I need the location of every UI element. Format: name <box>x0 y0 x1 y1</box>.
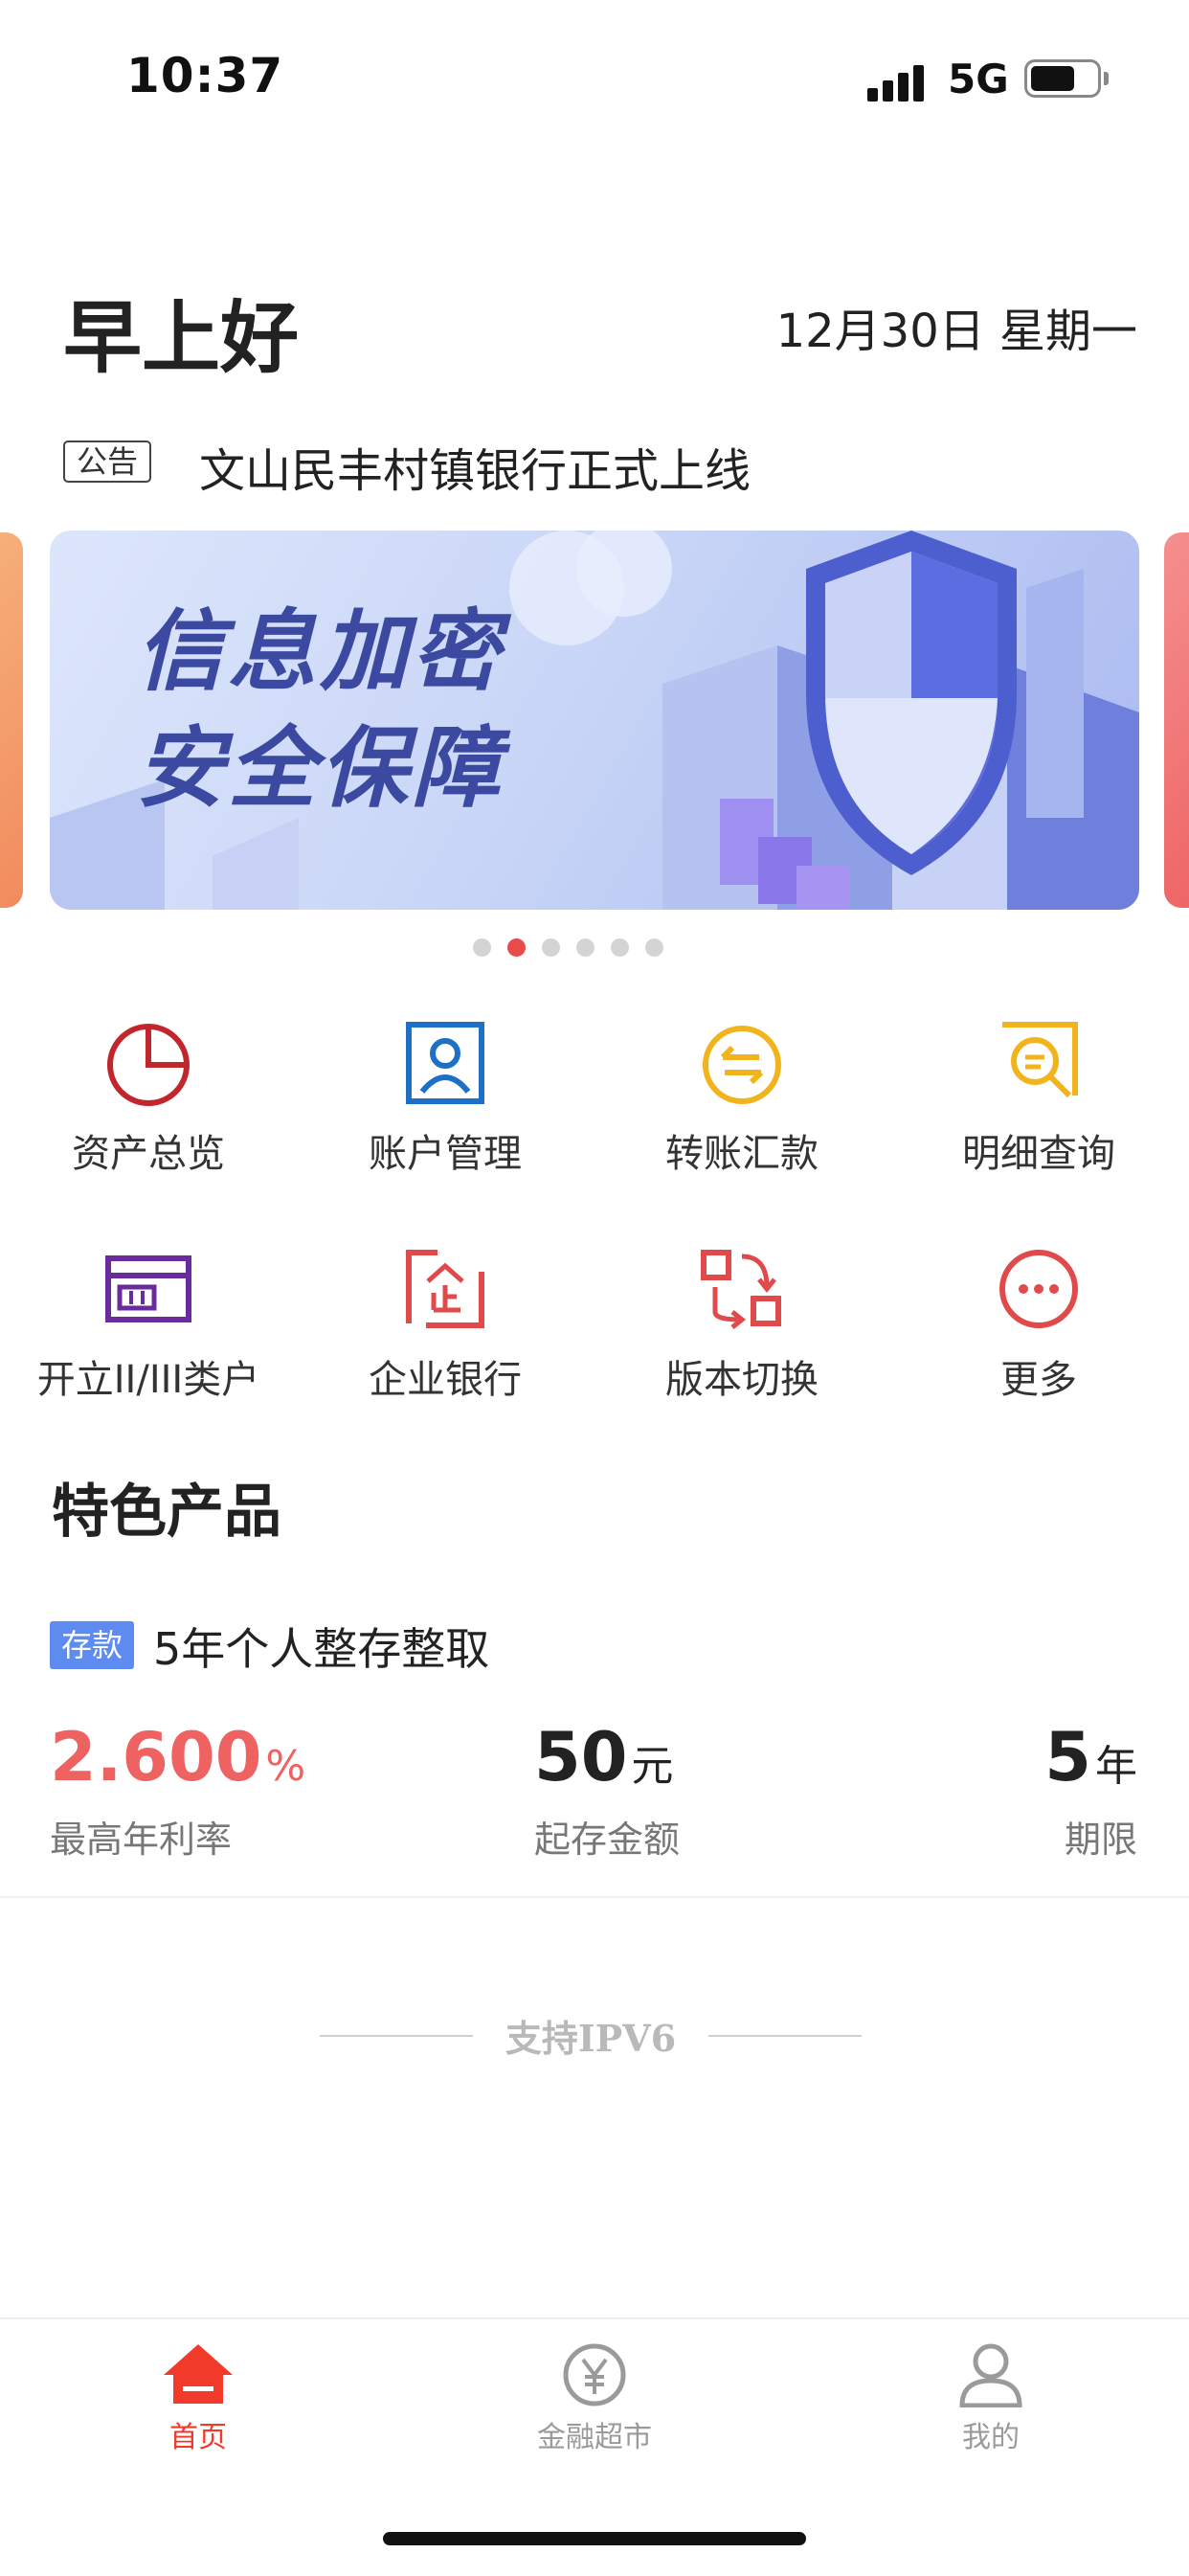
pie-chart-icon <box>107 1024 190 1106</box>
section-title: 特色产品 <box>52 1479 281 1546</box>
transfer-icon <box>703 1026 781 1104</box>
greeting: 早上好 <box>63 293 300 384</box>
term-label: 期限 <box>1064 1819 1137 1861</box>
menu-account-management[interactable]: 账户管理 <box>297 1017 594 1178</box>
tab-label: 我的 <box>962 2421 1020 2454</box>
menu-label: 账户管理 <box>369 1132 522 1176</box>
carousel-dots <box>473 938 663 957</box>
rate-value: 2.600% <box>50 1724 305 1791</box>
menu-label: 明细查询 <box>962 1132 1115 1176</box>
term-unit: 年 <box>1095 1742 1137 1791</box>
menu-transfer[interactable]: 转账汇款 <box>594 1017 890 1178</box>
tab-mine[interactable]: 我的 <box>895 2340 1087 2455</box>
network-type: 5G <box>948 56 1009 102</box>
tab-label: 首页 <box>169 2421 227 2454</box>
product-name[interactable]: 5年个人整存整取 <box>153 1615 489 1678</box>
card-icon <box>105 1255 191 1322</box>
tab-home[interactable]: 首页 <box>102 2340 294 2455</box>
divider <box>0 1896 1189 1898</box>
menu-label: 转账汇款 <box>665 1132 819 1176</box>
carousel-dot[interactable] <box>645 938 663 957</box>
banner-next-slide[interactable] <box>1164 532 1189 908</box>
rate-unit: % <box>265 1742 306 1791</box>
ipv6-text: 支持IPV6 <box>505 2017 677 2060</box>
carousel-dot[interactable] <box>576 938 594 957</box>
menu-label: 企业银行 <box>369 1358 522 1402</box>
divider-line <box>708 2034 862 2037</box>
signal-icon <box>867 59 931 102</box>
enterprise-icon <box>406 1250 484 1328</box>
divider-line <box>320 2034 473 2037</box>
menu-asset-overview[interactable]: 资产总览 <box>0 1017 297 1178</box>
more-icon <box>999 1250 1078 1328</box>
tab-label: 金融超市 <box>537 2421 652 2454</box>
banner-slide[interactable]: 信息加密 安全保障 <box>50 531 1139 910</box>
menu-enterprise-bank[interactable]: 企业银行 <box>297 1243 594 1404</box>
banner-title: 信息加密 安全保障 <box>136 600 505 820</box>
term-value: 5年 <box>1044 1724 1137 1791</box>
product-tag: 存款 <box>50 1621 135 1669</box>
carousel-dot[interactable] <box>611 938 629 957</box>
menu-detail-query[interactable]: 明细查询 <box>890 1017 1187 1178</box>
menu-more[interactable]: 更多 <box>890 1243 1187 1404</box>
rate-label: 最高年利率 <box>50 1819 233 1861</box>
min-unit: 元 <box>631 1742 674 1791</box>
menu-label: 版本切换 <box>665 1358 819 1402</box>
menu-label: 开立II/III类户 <box>36 1358 260 1402</box>
home-icon <box>164 2344 233 2404</box>
date-label: 12月30日 星期一 <box>775 305 1137 358</box>
menu-open-account[interactable]: 开立II/III类户 <box>0 1243 297 1404</box>
carousel-dot[interactable] <box>473 938 491 957</box>
account-user-icon <box>406 1022 484 1104</box>
carousel-dot[interactable] <box>507 938 526 957</box>
rate-number: 2.600 <box>50 1718 262 1796</box>
tab-finance-market[interactable]: 金融超市 <box>499 2340 690 2455</box>
carousel-dot[interactable] <box>542 938 560 957</box>
status-time: 10:37 <box>126 48 284 103</box>
detail-search-icon <box>1002 1022 1078 1098</box>
switch-icon <box>701 1250 781 1329</box>
ipv6-note: 支持IPV6 <box>320 2009 862 2062</box>
battery-icon <box>1024 59 1101 98</box>
notice-text[interactable]: 文山民丰村镇银行正式上线 <box>199 433 751 500</box>
menu-label: 资产总览 <box>72 1132 225 1176</box>
min-number: 50 <box>534 1718 628 1796</box>
menu-version-switch[interactable]: 版本切换 <box>594 1243 890 1404</box>
term-number: 5 <box>1044 1718 1091 1796</box>
min-amount-value: 50元 <box>534 1724 673 1791</box>
home-indicator <box>383 2532 806 2545</box>
min-amount-label: 起存金额 <box>534 1819 681 1861</box>
yuan-icon <box>563 2343 626 2407</box>
menu-label: 更多 <box>1000 1358 1077 1402</box>
battery-cap <box>1104 72 1109 85</box>
user-icon <box>959 2343 1022 2407</box>
banner-prev-slide[interactable] <box>0 532 23 908</box>
notice-tag: 公告 <box>63 441 151 483</box>
